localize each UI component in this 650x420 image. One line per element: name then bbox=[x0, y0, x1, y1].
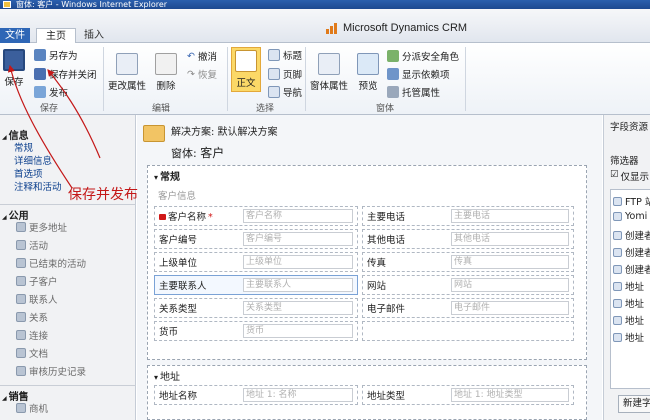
annotation-label: 保存并发布 bbox=[68, 187, 138, 203]
arrow-to-publish bbox=[47, 69, 101, 159]
arrow-to-save bbox=[7, 64, 73, 189]
annotation-arrows bbox=[7, 64, 101, 189]
